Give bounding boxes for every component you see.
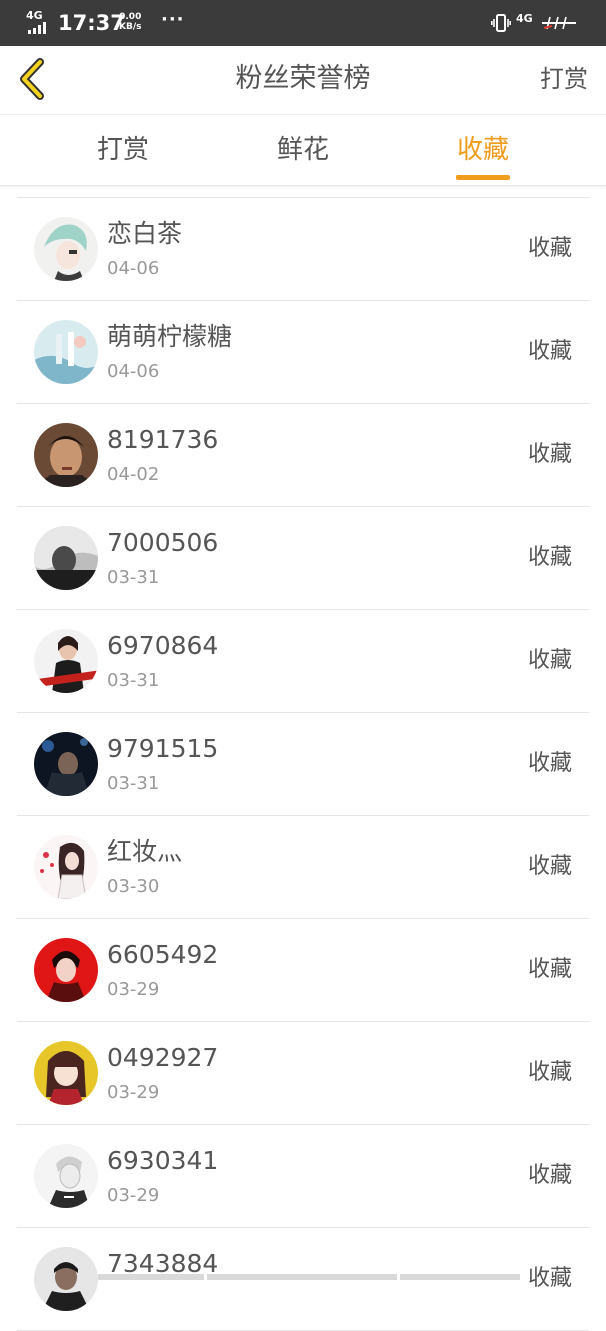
tab-flowers[interactable]: 鲜花: [243, 133, 363, 167]
reward-button[interactable]: 打赏: [540, 62, 588, 96]
list-item[interactable]: 6930341 03-29 收藏: [17, 1125, 589, 1228]
collect-label: 收藏: [527, 339, 572, 364]
avatar: [34, 1041, 98, 1105]
avatar: [34, 423, 98, 487]
list-item[interactable]: 恋白茶 04-06 收藏: [17, 198, 589, 301]
collect-label: 收藏: [527, 236, 572, 261]
network-type-left: 4G: [26, 9, 43, 22]
list-item[interactable]: 6605492 03-29 收藏: [17, 919, 589, 1022]
tab-reward[interactable]: 打赏: [63, 133, 183, 167]
active-tab-indicator: [456, 175, 510, 180]
user-name: 萌萌柠檬糖: [107, 322, 233, 351]
collect-label: 收藏: [527, 1163, 572, 1188]
battery-icon: [542, 16, 576, 30]
more-notifications-icon: ···: [161, 9, 185, 30]
avatar: [34, 835, 98, 899]
collect-date: 04-02: [107, 464, 160, 485]
page-title: 粉丝荣誉榜: [235, 63, 371, 94]
network-speed: 0.00 KB/s: [119, 12, 141, 32]
scroll-hint-bar: [0, 1274, 606, 1280]
app-header: 粉丝荣誉榜 打赏: [0, 46, 606, 115]
network-speed-unit: KB/s: [119, 22, 142, 32]
collect-label: 收藏: [527, 442, 572, 467]
collect-label: 收藏: [527, 751, 572, 776]
user-name: 8191736: [107, 425, 219, 454]
list-item[interactable]: 萌萌柠檬糖 04-06 收藏: [17, 301, 589, 404]
list-item[interactable]: 8191736 04-02 收藏: [17, 404, 589, 507]
avatar: [34, 629, 98, 693]
tab-collect[interactable]: 收藏: [423, 133, 543, 167]
collect-date: 03-31: [107, 773, 160, 794]
user-name: 6930341: [107, 1146, 219, 1175]
collect-date: 03-31: [107, 567, 160, 588]
list-item[interactable]: 7000506 03-31 收藏: [17, 507, 589, 610]
user-name: 红妆灬: [107, 837, 183, 866]
avatar: [34, 1144, 98, 1208]
user-name: 0492927: [107, 1043, 219, 1072]
avatar: [34, 938, 98, 1002]
collect-date: 04-06: [107, 361, 160, 382]
user-name: 6605492: [107, 940, 219, 969]
status-bar: 4G 17:37 0.00 KB/s ··· 4G: [0, 0, 606, 46]
fan-list: 恋白茶 04-06 收藏 萌萌柠檬糖 04-06 收藏 8191736 04-0…: [17, 197, 589, 1331]
network-type-right: 4G: [516, 12, 533, 25]
list-item[interactable]: 红妆灬 03-30 收藏: [17, 816, 589, 919]
vibrate-icon: [491, 14, 511, 32]
collect-label: 收藏: [527, 1060, 572, 1085]
user-name: 6970864: [107, 631, 219, 660]
avatar: [34, 320, 98, 384]
tab-bar: 打赏 鲜花 收藏: [0, 115, 606, 186]
collect-label: 收藏: [527, 957, 572, 982]
user-name: 9791515: [107, 734, 219, 763]
user-name: 7000506: [107, 528, 219, 557]
avatar: [34, 217, 98, 281]
collect-date: 03-29: [107, 1185, 160, 1206]
collect-label: 收藏: [527, 545, 572, 570]
avatar: [34, 526, 98, 590]
network-speed-value: 0.00: [119, 12, 142, 22]
list-item[interactable]: 9791515 03-31 收藏: [17, 713, 589, 816]
collect-date: 03-30: [107, 876, 160, 897]
list-item[interactable]: 6970864 03-31 收藏: [17, 610, 589, 713]
collect-date: 03-31: [107, 670, 160, 691]
signal-icon: [28, 22, 50, 34]
list-item[interactable]: 0492927 03-29 收藏: [17, 1022, 589, 1125]
avatar: [34, 732, 98, 796]
collect-date: 04-06: [107, 258, 160, 279]
collect-label: 收藏: [527, 648, 572, 673]
collect-date: 03-29: [107, 1082, 160, 1103]
collect-date: 03-29: [107, 979, 160, 1000]
user-name: 恋白茶: [107, 219, 183, 248]
collect-label: 收藏: [527, 854, 572, 879]
clock: 17:37: [58, 11, 125, 35]
